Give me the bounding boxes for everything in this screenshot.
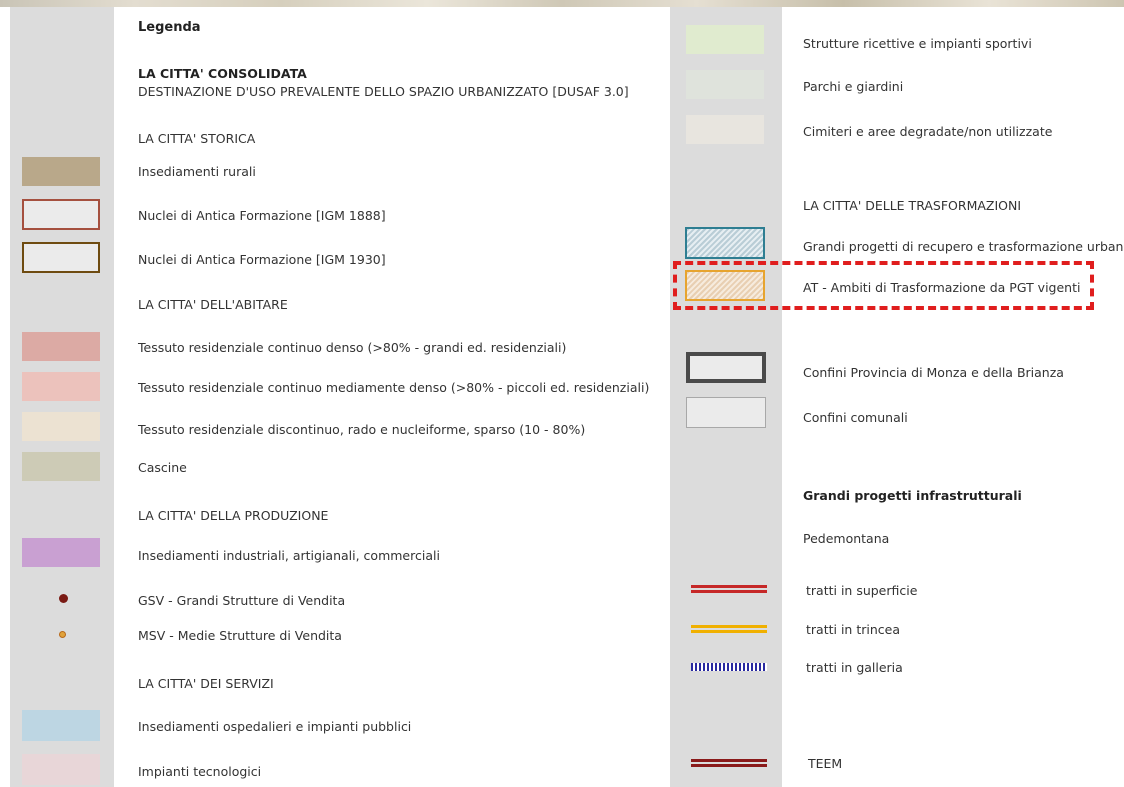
label-tratti-trincea: tratti in trincea	[806, 622, 900, 637]
swatch-parchi-giardini	[686, 70, 764, 99]
swatch-insediamenti-ospedalieri	[22, 710, 100, 741]
label-confini-provincia: Confini Provincia di Monza e della Brian…	[803, 365, 1064, 380]
heading-citta-servizi: LA CITTA' DEI SERVIZI	[138, 676, 274, 691]
label-tessuto-mediamente-denso: Tessuto residenziale continuo mediamente…	[138, 380, 650, 395]
swatch-insediamenti-rurali	[22, 157, 100, 186]
swatch-impianti-tecnologici	[22, 754, 100, 785]
label-tessuto-denso: Tessuto residenziale continuo denso (>80…	[138, 340, 567, 355]
label-naf-1930: Nuclei di Antica Formazione [IGM 1930]	[138, 252, 386, 267]
swatch-tessuto-denso	[22, 332, 100, 361]
swatch-cascine	[22, 452, 100, 481]
label-impianti-tecnologici: Impianti tecnologici	[138, 764, 262, 779]
heading-citta-produzione: LA CITTA' DELLA PRODUZIONE	[138, 508, 329, 523]
label-insediamenti-rurali: Insediamenti rurali	[138, 164, 256, 179]
heading-grandi-progetti-infrastrutturali: Grandi progetti infrastrutturali	[803, 488, 1022, 503]
label-tessuto-discontinuo: Tessuto residenziale discontinuo, rado e…	[138, 422, 586, 437]
legend-title: Legenda	[138, 20, 201, 35]
swatch-insediamenti-industriali	[22, 538, 100, 567]
swatch-cimiteri	[686, 115, 764, 144]
swatch-tessuto-discontinuo	[22, 412, 100, 441]
label-tratti-superficie: tratti in superficie	[806, 583, 918, 598]
label-insediamenti-industriali: Insediamenti industriali, artigianali, c…	[138, 548, 440, 563]
subtitle-dusaf: DESTINAZIONE D'USO PREVALENTE DELLO SPAZ…	[138, 84, 629, 99]
line-teem	[691, 759, 767, 767]
line-tratti-galleria	[691, 663, 767, 671]
highlight-box-at-ambiti	[673, 261, 1094, 310]
swatch-confini-comunali	[686, 397, 766, 428]
marker-msv	[59, 631, 66, 638]
heading-citta-storica: LA CITTA' STORICA	[138, 131, 256, 146]
marker-gsv	[59, 594, 68, 603]
swatch-strutture-ricettive	[686, 25, 764, 54]
swatch-tessuto-mediamente-denso	[22, 372, 100, 401]
swatch-confini-provincia	[686, 352, 766, 383]
label-cascine: Cascine	[138, 460, 187, 475]
swatch-naf-1888	[22, 199, 100, 230]
swatch-naf-1930	[22, 242, 100, 273]
label-insediamenti-ospedalieri: Insediamenti ospedalieri e impianti pubb…	[138, 719, 412, 734]
map-background-strip	[0, 0, 1124, 7]
label-msv: MSV - Medie Strutture di Vendita	[138, 628, 342, 643]
label-parchi-giardini: Parchi e giardini	[803, 79, 904, 94]
swatch-grandi-progetti-recupero	[685, 227, 765, 259]
section-citta-consolidata: LA CITTA' CONSOLIDATA	[138, 66, 307, 81]
label-teem: TEEM	[808, 756, 843, 771]
label-confini-comunali: Confini comunali	[803, 410, 908, 425]
heading-citta-trasformazioni: LA CITTA' DELLE TRASFORMAZIONI	[803, 198, 1022, 213]
label-naf-1888: Nuclei di Antica Formazione [IGM 1888]	[138, 208, 386, 223]
heading-citta-abitare: LA CITTA' DELL'ABITARE	[138, 297, 288, 312]
label-gsv: GSV - Grandi Strutture di Vendita	[138, 593, 346, 608]
label-grandi-progetti-recupero: Grandi progetti di recupero e trasformaz…	[803, 239, 1124, 254]
line-tratti-superficie	[691, 585, 767, 593]
heading-pedemontana: Pedemontana	[803, 531, 890, 546]
label-cimiteri: Cimiteri e aree degradate/non utilizzate	[803, 124, 1053, 139]
line-tratti-trincea	[691, 625, 767, 633]
label-strutture-ricettive: Strutture ricettive e impianti sportivi	[803, 36, 1032, 51]
label-tratti-galleria: tratti in galleria	[806, 660, 903, 675]
